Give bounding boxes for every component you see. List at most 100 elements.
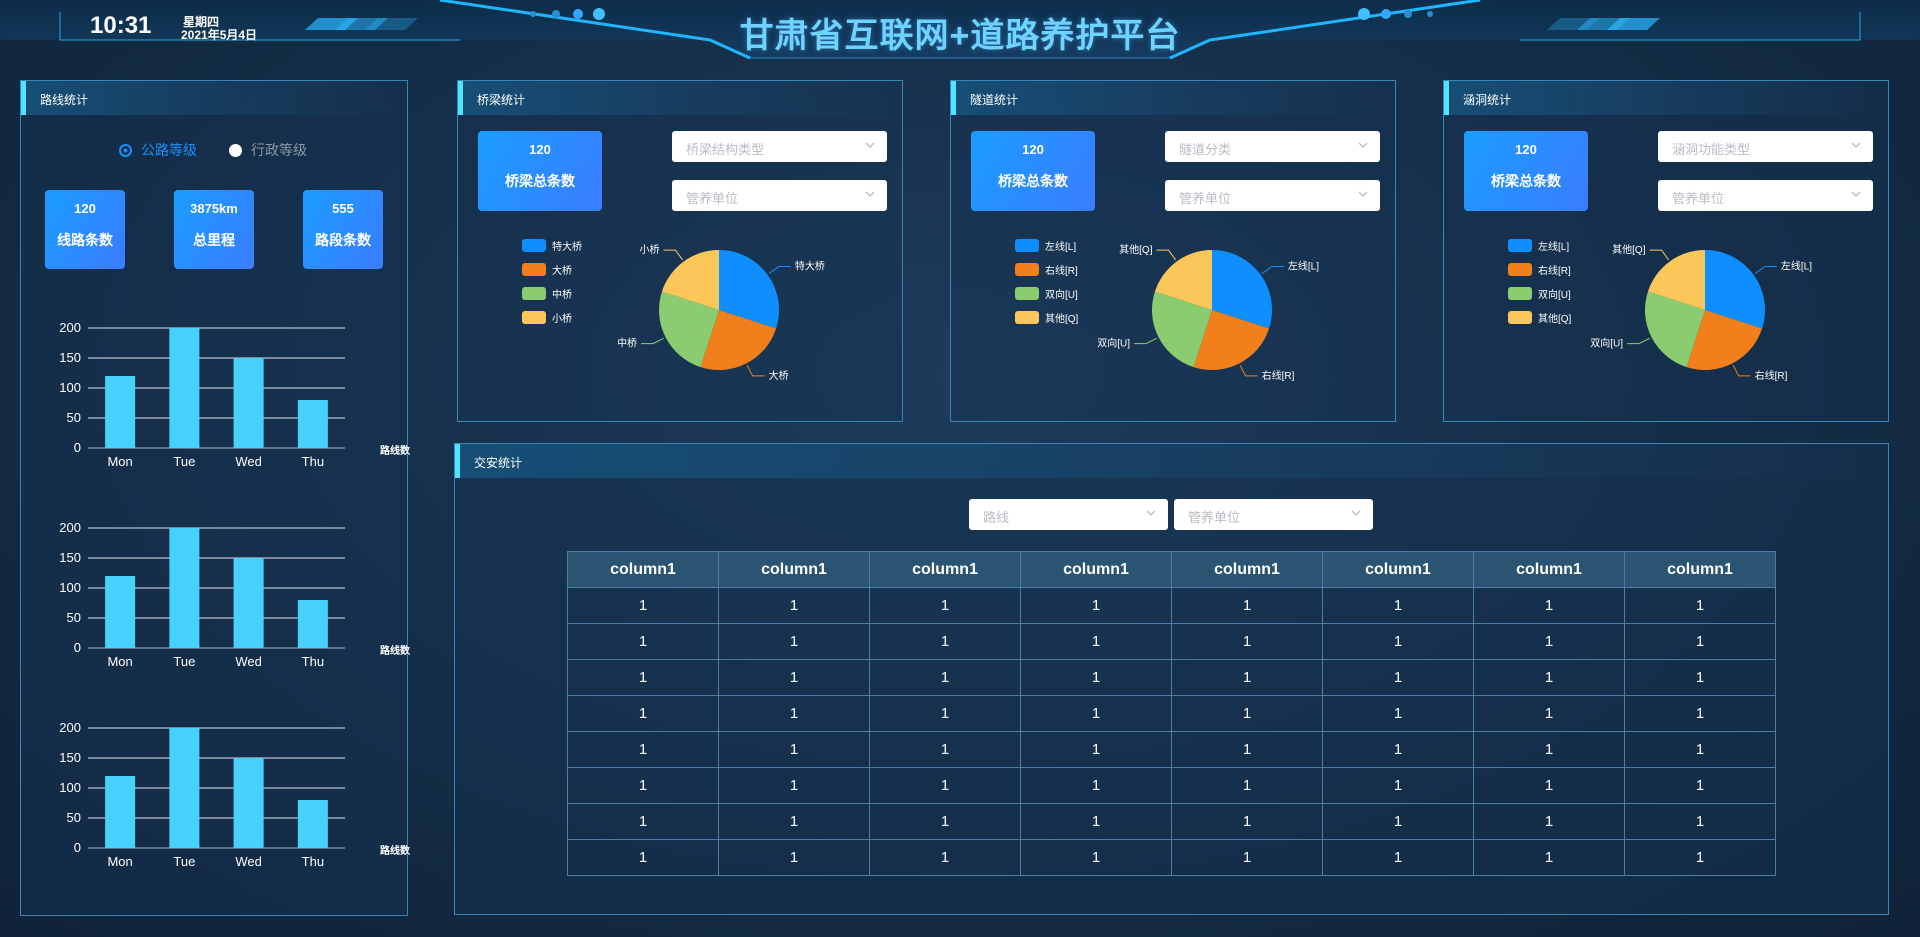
route-select[interactable]: 路线: [969, 499, 1168, 530]
axis-label: 路线数量: [380, 644, 410, 657]
y-tick-label: 150: [59, 750, 81, 765]
pie-label-line: [663, 249, 683, 261]
bar: [233, 558, 264, 648]
column-header[interactable]: column1: [1322, 551, 1474, 588]
table-row[interactable]: 11111111: [567, 767, 1776, 804]
bar: [297, 600, 328, 648]
y-tick-label: 50: [67, 410, 81, 425]
bar: [169, 728, 200, 848]
culvert-unit-select[interactable]: 管养单位: [1658, 180, 1873, 211]
traffic-safety-table: column1 column1 column1 column1 column1 colum…: [567, 551, 1776, 876]
table-cell: 1: [718, 587, 870, 624]
table-cell: 1: [869, 659, 1021, 696]
table-cell: 1: [1171, 695, 1323, 732]
route-bar-chart-3: 0 50 100 150 200 Mon Tue Wed Thu 路线数量: [59, 720, 410, 869]
table-cell: 1: [1322, 623, 1474, 660]
bar: [169, 328, 200, 448]
table-cell: 1: [869, 767, 1021, 804]
table-cell: 1: [1624, 803, 1776, 840]
radio-highway-grade[interactable]: 公路等级: [119, 140, 197, 160]
radio-unchecked-icon: [229, 143, 242, 157]
table-cell: 1: [1624, 731, 1776, 768]
culvert-pie-chart: 左线[L] 右线[R] 双向[U] 其他[Q]: [1590, 243, 1812, 382]
table-row[interactable]: 11111111: [567, 839, 1776, 876]
column-header[interactable]: column1: [1171, 551, 1323, 588]
table-row[interactable]: 11111111: [567, 587, 1776, 624]
route-bar-chart-1: 0 50 100 150 200 Mon Tue Wed Thu 路线数量: [59, 320, 410, 469]
radio-admin-grade[interactable]: 行政等级: [229, 140, 307, 160]
tunnel-unit-select[interactable]: 管养单位: [1165, 180, 1380, 211]
bridge-structure-select[interactable]: 桥梁结构类型: [672, 131, 887, 162]
stat-value: 120: [529, 142, 551, 157]
culvert-function-select[interactable]: 涵洞功能类型: [1658, 131, 1873, 162]
table-row[interactable]: 11111111: [567, 623, 1776, 660]
x-tick-label: Thu: [302, 654, 324, 669]
panel-title: 涵洞统计: [1463, 93, 1512, 107]
table-row[interactable]: 11111111: [567, 803, 1776, 840]
pie-label-line: [1134, 337, 1157, 345]
y-tick-label: 200: [59, 520, 81, 535]
stat-card-total-mileage: 3875km 总里程: [174, 190, 254, 269]
stat-value: 120: [1515, 142, 1537, 157]
stat-card-tunnel-total: 120 桥梁总条数: [971, 131, 1095, 211]
column-header[interactable]: column1: [1020, 551, 1172, 588]
table-cell: 1: [1020, 623, 1172, 660]
panel-title: 隧道统计: [970, 93, 1019, 107]
column-header[interactable]: column1: [1624, 551, 1776, 588]
bar: [297, 400, 328, 448]
tunnel-pie-chart: 左线[L] 右线[R] 双向[U] 其他[Q]: [1097, 243, 1319, 382]
pie-label-line: [746, 365, 765, 377]
table-cell: 1: [869, 803, 1021, 840]
table-row[interactable]: 11111111: [567, 659, 1776, 696]
y-tick-label: 100: [59, 780, 81, 795]
bar: [297, 800, 328, 848]
table-cell: 1: [1322, 767, 1474, 804]
pie-label-line: [641, 337, 664, 345]
table-row[interactable]: 11111111: [567, 731, 1776, 768]
bridge-unit-select[interactable]: 管养单位: [672, 180, 887, 211]
table-cell: 1: [869, 839, 1021, 876]
pie-label: 左线[L]: [1781, 260, 1812, 273]
table-cell: 1: [1624, 767, 1776, 804]
pie-label-line: [768, 266, 791, 274]
pie-label-line: [1627, 337, 1650, 345]
chevron-down-icon: [1358, 142, 1368, 148]
chevron-down-icon: [1851, 142, 1861, 148]
header-bar: 10:31 星期四 2021年5月4日 甘肃省互联网+道路养护平台: [0, 0, 1920, 62]
pie-label: 右线[R]: [1262, 369, 1295, 382]
column-header[interactable]: column1: [567, 551, 719, 588]
select-placeholder: 桥梁结构类型: [686, 142, 765, 157]
stat-card-bridge-total: 120 桥梁总条数: [478, 131, 602, 211]
table-cell: 1: [1171, 587, 1323, 624]
x-tick-label: Wed: [235, 654, 262, 669]
table-row[interactable]: 11111111: [567, 695, 1776, 732]
table-cell: 1: [1624, 839, 1776, 876]
y-tick-label: 100: [59, 380, 81, 395]
column-header[interactable]: column1: [1473, 551, 1625, 588]
table-cell: 1: [567, 767, 719, 804]
table-cell: 1: [1624, 695, 1776, 732]
y-tick-label: 0: [74, 440, 81, 455]
table-cell: 1: [1171, 767, 1323, 804]
column-header[interactable]: column1: [869, 551, 1021, 588]
y-tick-label: 150: [59, 550, 81, 565]
bridge-pie-chart: 特大桥大桥 中桥 小桥: [617, 244, 825, 382]
traffic-unit-select[interactable]: 管养单位: [1174, 499, 1373, 530]
tunnel-category-select[interactable]: 隧道分类: [1165, 131, 1380, 162]
table-cell: 1: [567, 803, 719, 840]
table-cell: 1: [1322, 695, 1474, 732]
table-cell: 1: [1473, 587, 1625, 624]
x-tick-label: Mon: [107, 454, 132, 469]
table-cell: 1: [1322, 839, 1474, 876]
table-cell: 1: [1473, 731, 1625, 768]
chevron-down-icon: [1146, 510, 1156, 516]
y-tick-label: 200: [59, 320, 81, 335]
x-tick-label: Wed: [235, 854, 262, 869]
bar: [169, 528, 200, 648]
table-cell: 1: [567, 623, 719, 660]
column-header[interactable]: column1: [718, 551, 870, 588]
x-tick-label: Thu: [302, 854, 324, 869]
table-cell: 1: [1473, 839, 1625, 876]
table-cell: 1: [1020, 839, 1172, 876]
table-cell: 1: [1473, 803, 1625, 840]
